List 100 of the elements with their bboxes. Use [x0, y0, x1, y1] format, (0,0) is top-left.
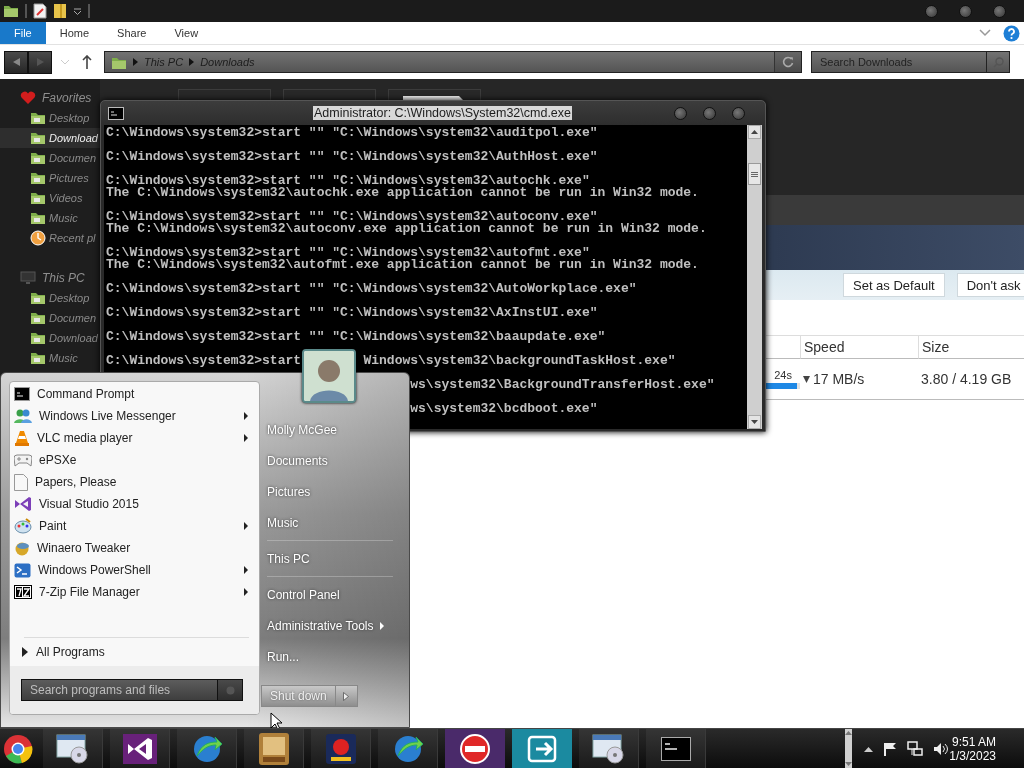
scroll-down-icon: [751, 420, 758, 424]
nav-item[interactable]: Music: [0, 208, 100, 228]
close-button[interactable]: [993, 4, 1006, 18]
search-field[interactable]: Search programs and files: [21, 679, 217, 701]
scroll-up-icon: [751, 130, 758, 134]
forward-button[interactable]: [28, 50, 52, 74]
program-item[interactable]: Paint: [10, 515, 259, 537]
console-icon: [108, 106, 124, 120]
console-line: C:\Windows\system32>start "" "C:\Windows\system32\autoconv.exe": [106, 211, 598, 223]
submenu-arrow-icon: [379, 621, 384, 630]
submenu-arrow-icon: [244, 434, 248, 442]
maximize-button[interactable]: [959, 4, 972, 18]
file-thumbnail[interactable]: [178, 89, 271, 100]
infinity-icon: [14, 496, 32, 512]
ribbon-tab[interactable]: File: [0, 22, 46, 44]
nav-item[interactable]: Recent pl: [0, 228, 100, 248]
file-thumbnail[interactable]: [283, 89, 376, 100]
program-item[interactable]: Windows Live Messenger: [10, 405, 259, 427]
start-menu-link[interactable]: Administrative Tools: [267, 610, 401, 641]
breadcrumb-arrow-icon: [133, 58, 138, 66]
taskbar-button[interactable]: [378, 729, 439, 768]
taskbar-button[interactable]: [579, 729, 640, 768]
dialog-button[interactable]: Don't ask: [956, 273, 1024, 297]
search-button[interactable]: [986, 51, 1010, 73]
speaker-icon[interactable]: [933, 741, 950, 756]
up-arrow-icon[interactable]: [82, 55, 92, 69]
program-item[interactable]: 7-Zip File Manager: [10, 581, 259, 603]
start-menu-link[interactable]: Music: [267, 507, 401, 538]
folder-icon: [30, 310, 46, 326]
console-line: C:\Windows\system32>start "" "C:\Windows\system32\AuthHost.exe": [106, 151, 599, 163]
scroll-down-icon: [845, 762, 853, 766]
taskbar-button[interactable]: [244, 729, 305, 768]
people-icon: [14, 408, 32, 424]
scrollbar[interactable]: [747, 125, 762, 429]
taskbar-button[interactable]: [646, 729, 707, 768]
nav-item[interactable]: Download: [0, 328, 100, 348]
start-menu-link[interactable]: Control Panel: [267, 579, 401, 610]
start-menu-link[interactable]: This PC: [267, 543, 401, 574]
refresh-icon: [782, 56, 794, 68]
clock[interactable]: 9:51 AM 1/3/2023: [949, 729, 1024, 768]
clock-icon: [30, 230, 46, 246]
minimize-button[interactable]: [674, 106, 687, 120]
minimize-button[interactable]: [925, 4, 938, 18]
program-item[interactable]: Command Prompt: [10, 383, 259, 405]
submenu-arrow-icon: [244, 412, 248, 420]
forward-icon: [36, 58, 44, 66]
grip-icon: [751, 171, 758, 177]
nav-item[interactable]: Desktop: [0, 108, 100, 128]
folder-icon: [30, 210, 46, 226]
back-button[interactable]: [4, 50, 28, 74]
taskbar-button[interactable]: [43, 729, 104, 768]
refresh-button[interactable]: [774, 52, 801, 72]
column-header[interactable]: Size: [919, 339, 950, 355]
flag-icon[interactable]: [883, 741, 898, 756]
nav-heading[interactable]: This PC: [42, 271, 85, 285]
taskbar-button[interactable]: [311, 729, 372, 768]
nav-item[interactable]: Music: [0, 348, 100, 368]
search-button[interactable]: [217, 679, 243, 701]
dialog-button[interactable]: Set as Default: [843, 273, 945, 297]
program-item[interactable]: VLC media player: [10, 427, 259, 449]
search-icon: [224, 684, 236, 696]
nav-item[interactable]: Documen: [0, 148, 100, 168]
arrow-icon: [343, 691, 350, 701]
nav-item[interactable]: Pictures: [0, 168, 100, 188]
taskbar-scroll[interactable]: [845, 729, 853, 768]
taskbar-button[interactable]: [110, 729, 171, 768]
taskbar-button[interactable]: [177, 729, 238, 768]
ribbon-tab[interactable]: Share: [103, 22, 161, 44]
program-item[interactable]: Windows PowerShell: [10, 559, 259, 581]
start-menu-link[interactable]: Run...: [267, 641, 401, 672]
search-field[interactable]: Search Downloads: [811, 51, 986, 73]
program-item[interactable]: Visual Studio 2015: [10, 493, 259, 515]
nav-item[interactable]: Download: [0, 128, 100, 148]
folder-icon: [30, 170, 46, 186]
start-menu-link[interactable]: Pictures: [267, 476, 401, 507]
chevron-icon[interactable]: [979, 29, 991, 37]
nav-item[interactable]: Videos: [0, 188, 100, 208]
search-icon: [992, 56, 1004, 68]
mouse-cursor-icon: [270, 712, 283, 731]
maximize-button[interactable]: [703, 106, 716, 120]
ribbon-tab[interactable]: Home: [45, 22, 104, 44]
breadcrumb-item[interactable]: Downloads: [200, 56, 255, 68]
taskbar-button[interactable]: [445, 729, 506, 768]
breadcrumb-item[interactable]: This PC: [144, 56, 184, 68]
close-button[interactable]: [732, 106, 745, 120]
help-icon[interactable]: [1003, 24, 1020, 42]
ribbon-tab[interactable]: View: [160, 22, 213, 44]
address-bar[interactable]: This PC Downloads: [104, 51, 802, 73]
program-item[interactable]: Papers, Please: [10, 471, 259, 493]
all-programs-item[interactable]: All Programs: [10, 638, 259, 666]
nav-item[interactable]: Desktop: [0, 288, 100, 308]
program-item[interactable]: Winaero Tweaker: [10, 537, 259, 559]
nav-heading[interactable]: Favorites: [42, 91, 92, 105]
network-icon[interactable]: [907, 740, 924, 757]
nav-item[interactable]: Documen: [0, 308, 100, 328]
ball-icon: [14, 540, 30, 556]
folder-icon: [30, 150, 46, 166]
file-thumbnail[interactable]: [388, 89, 481, 100]
program-item[interactable]: ePSXe: [10, 449, 259, 471]
chevron-up-icon[interactable]: [864, 745, 874, 752]
